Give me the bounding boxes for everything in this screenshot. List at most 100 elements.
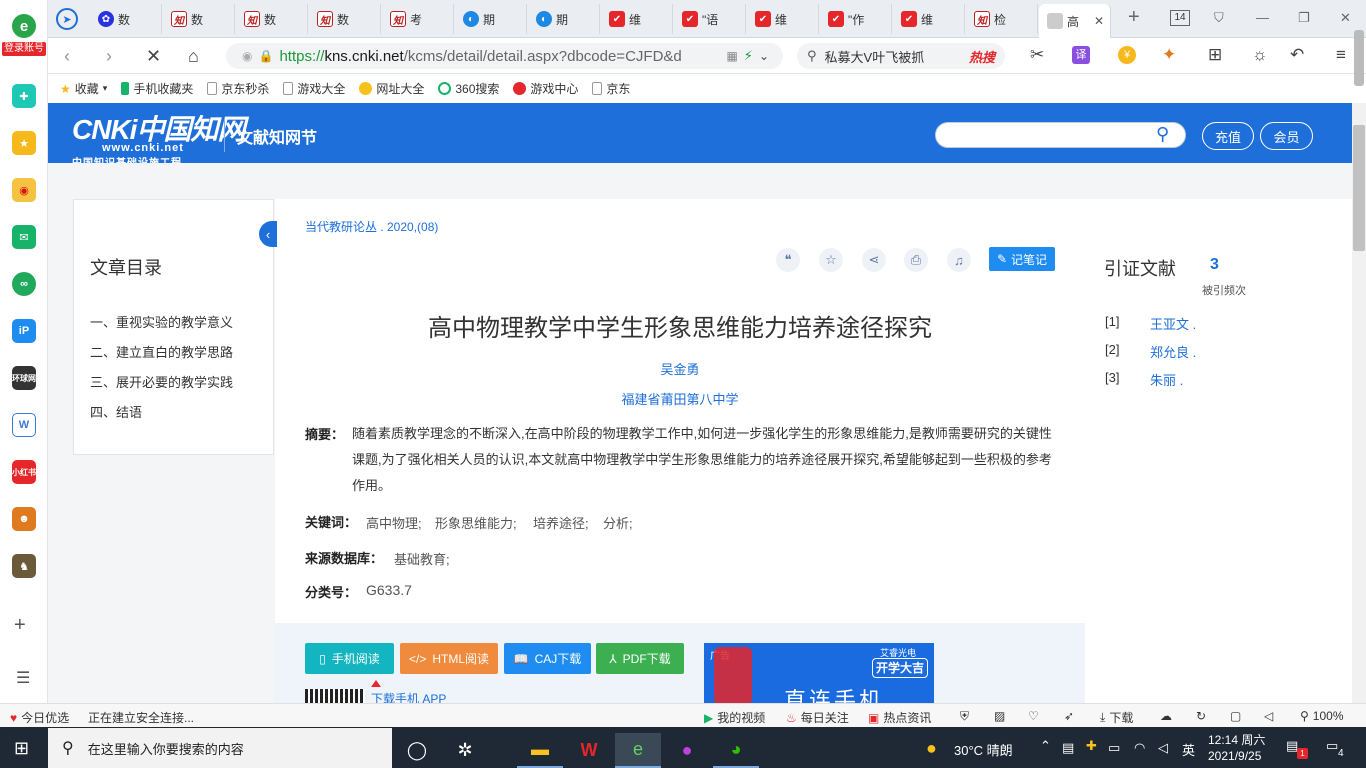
bookmark-360search[interactable]: 360搜索 xyxy=(438,80,499,97)
wifi-icon[interactable]: ◠ xyxy=(1134,740,1145,756)
keyword-link[interactable]: 分析; xyxy=(603,513,633,532)
browser-tab[interactable]: ✔ "作 xyxy=(820,4,892,34)
caj-download-button[interactable]: 📖 CAJ下载 xyxy=(504,643,591,674)
apps-grid-icon[interactable]: ⊞ xyxy=(1208,45,1222,65)
bell-icon[interactable]: ♫ xyxy=(947,248,971,272)
address-bar[interactable]: ◉ 🔒 https://kns.cnki.net/kcms/detail/det… xyxy=(226,43,783,69)
battery-icon[interactable]: ▭ xyxy=(1108,740,1120,756)
speaker-icon[interactable]: ◁ xyxy=(1158,740,1168,756)
add-icon[interactable]: + xyxy=(14,614,26,637)
news-icon[interactable]: 环球网 xyxy=(12,366,36,390)
scrollbar-thumb[interactable] xyxy=(1353,125,1365,251)
member-button[interactable]: 会员 xyxy=(1260,122,1313,150)
cnki-search-input[interactable] xyxy=(935,122,1186,148)
wechat-icon[interactable]: ◕ xyxy=(713,733,759,768)
scissors-icon[interactable]: ✂ xyxy=(1030,45,1044,65)
weather-text[interactable]: 30°C 晴朗 xyxy=(954,740,1013,759)
browser-tab[interactable]: ◐ 期 xyxy=(528,4,600,34)
bookmark-sites[interactable]: 网址大全 xyxy=(359,80,424,97)
clock-date[interactable]: 2021/9/25 xyxy=(1208,749,1261,763)
journal-source[interactable]: 当代教研论丛 . 2020,(08) xyxy=(305,218,438,235)
browser-tab[interactable]: 知数 xyxy=(236,4,308,34)
browser-tab[interactable]: 知检 xyxy=(966,4,1038,34)
daily-focus-link[interactable]: ♨ 每日关注 xyxy=(786,709,849,726)
drop-icon[interactable]: ● xyxy=(664,733,710,768)
navigation-icon[interactable]: ➤ xyxy=(56,8,78,30)
browser-tab[interactable]: 知数 xyxy=(163,4,235,34)
back-icon[interactable]: ‹ xyxy=(64,46,70,67)
browser-search-input[interactable]: ⚲ 私募大V叶飞被抓 热搜 xyxy=(797,43,1005,69)
download-link[interactable]: ⤓ 下载 xyxy=(1100,709,1133,726)
coin-icon[interactable]: ¥ xyxy=(1118,46,1136,64)
bookmark-game-center[interactable]: 游戏中心 xyxy=(513,80,578,97)
search-icon[interactable]: ⚲ xyxy=(1156,124,1169,145)
take-notes-button[interactable]: ✎ 记笔记 xyxy=(989,247,1055,271)
image-icon[interactable]: ▨ xyxy=(994,709,1005,723)
game-controller-icon[interactable]: ✦ xyxy=(1162,45,1176,65)
bookmark-jd-seckill[interactable]: 京东秒杀 xyxy=(207,80,269,97)
tab-count-badge[interactable]: 14 xyxy=(1170,10,1190,26)
browser-tab[interactable]: 高 ✕ xyxy=(1039,4,1111,38)
citation-author[interactable]: 朱丽 . xyxy=(1150,370,1183,389)
my-video-link[interactable]: ▶ 我的视频 xyxy=(704,709,765,726)
link-icon[interactable]: ∞ xyxy=(12,272,36,296)
share-icon[interactable]: ⋖ xyxy=(862,248,886,272)
close-tab-icon[interactable]: ✕ xyxy=(1094,14,1104,28)
toc-item[interactable]: 三、展开必要的教学实践 xyxy=(90,372,233,391)
action-center-icon[interactable]: ▭ xyxy=(1326,738,1338,754)
clock-time[interactable]: 12:14 周六 xyxy=(1208,731,1265,748)
refresh-icon[interactable]: ↻ xyxy=(1196,709,1206,723)
menu-icon[interactable]: ≡ xyxy=(1336,45,1346,65)
keyword-link[interactable]: 形象思维能力; xyxy=(435,513,517,532)
ip-icon[interactable]: iP xyxy=(12,319,36,343)
rocket-icon[interactable]: ➶ xyxy=(1064,709,1074,723)
star-icon[interactable]: ★ xyxy=(12,131,36,155)
keyword-link[interactable]: 培养途径; xyxy=(533,513,589,532)
windows-start-icon[interactable]: ⊞ xyxy=(14,738,29,759)
task-view-icon[interactable]: ◯ xyxy=(394,733,440,768)
translate-icon[interactable]: 译 xyxy=(1072,46,1090,64)
chevron-up-icon[interactable]: ⌃ xyxy=(1040,738,1051,754)
browser-tab[interactable]: ✔ 维 xyxy=(747,4,819,34)
toc-item[interactable]: 四、结语 xyxy=(90,402,142,421)
bookmark-favorites[interactable]: ★ 收藏 ▾ xyxy=(60,80,107,97)
undo-icon[interactable]: ↶ xyxy=(1290,45,1304,65)
cnki-logo[interactable]: CNKi中国知网 www.cnki.net 中国知识基础设施工程 xyxy=(72,108,245,169)
citation-author[interactable]: 王亚文 . xyxy=(1150,314,1196,333)
lightning-icon[interactable]: ⚡ xyxy=(744,48,753,64)
recharge-button[interactable]: 充值 xyxy=(1202,122,1254,150)
citation-count[interactable]: 3 xyxy=(1210,256,1219,274)
advertisement-banner[interactable]: 广告 艾睿光电 开学大吉 直连手机 xyxy=(704,643,934,703)
home-icon[interactable]: ⌂ xyxy=(188,46,199,67)
browser-tab[interactable]: ✔ 维 xyxy=(601,4,673,34)
medical-plus-icon[interactable]: ✚ xyxy=(12,84,36,108)
browser-tab[interactable]: ✔ 维 xyxy=(893,4,965,34)
quote-icon[interactable]: ❝ xyxy=(776,248,800,272)
today-picks[interactable]: ♥ 今日优选 xyxy=(10,709,69,726)
window-icon[interactable]: ▢ xyxy=(1230,709,1241,723)
favorite-icon[interactable]: ☆ xyxy=(819,248,843,272)
article-author[interactable]: 吴金勇 xyxy=(275,359,1085,378)
browser-logo-icon[interactable]: e xyxy=(12,14,36,38)
browser-tab[interactable]: ✿ 数 xyxy=(90,4,162,34)
new-tab-icon[interactable]: + xyxy=(1128,6,1140,29)
toc-item[interactable]: 一、重视实验的教学意义 xyxy=(90,312,233,331)
pdf-download-button[interactable]: ⅄ PDF下载 xyxy=(596,643,684,674)
brightness-icon[interactable]: ☼ xyxy=(1252,45,1268,65)
bookmark-games[interactable]: 游戏大全 xyxy=(283,80,345,97)
print-icon[interactable]: ⎙ xyxy=(904,248,928,272)
wps-icon[interactable]: W xyxy=(566,733,612,768)
browser-tab[interactable]: 知考 xyxy=(382,4,454,34)
shield-icon[interactable]: ⛨ xyxy=(960,709,969,724)
browser-taskbar-icon[interactable]: e xyxy=(615,733,661,768)
bookmark-mobile[interactable]: 手机收藏夹 xyxy=(121,80,193,97)
tray-plus-icon[interactable]: ✚ xyxy=(1086,738,1097,754)
html-read-button[interactable]: </> HTML阅读 xyxy=(400,643,498,674)
xiaohongshu-icon[interactable]: 小红书 xyxy=(12,460,36,484)
mask-icon[interactable]: ☁ xyxy=(1160,709,1172,723)
volume-icon[interactable]: ◁ xyxy=(1264,709,1273,723)
bookmark-jd[interactable]: 京东 xyxy=(592,80,630,97)
login-account-button[interactable]: 登录账号 xyxy=(2,42,46,56)
taskbar-search-input[interactable]: ⚲ 在这里输入你要搜索的内容 xyxy=(48,728,392,768)
menu-list-icon[interactable]: ☰ xyxy=(16,668,30,688)
